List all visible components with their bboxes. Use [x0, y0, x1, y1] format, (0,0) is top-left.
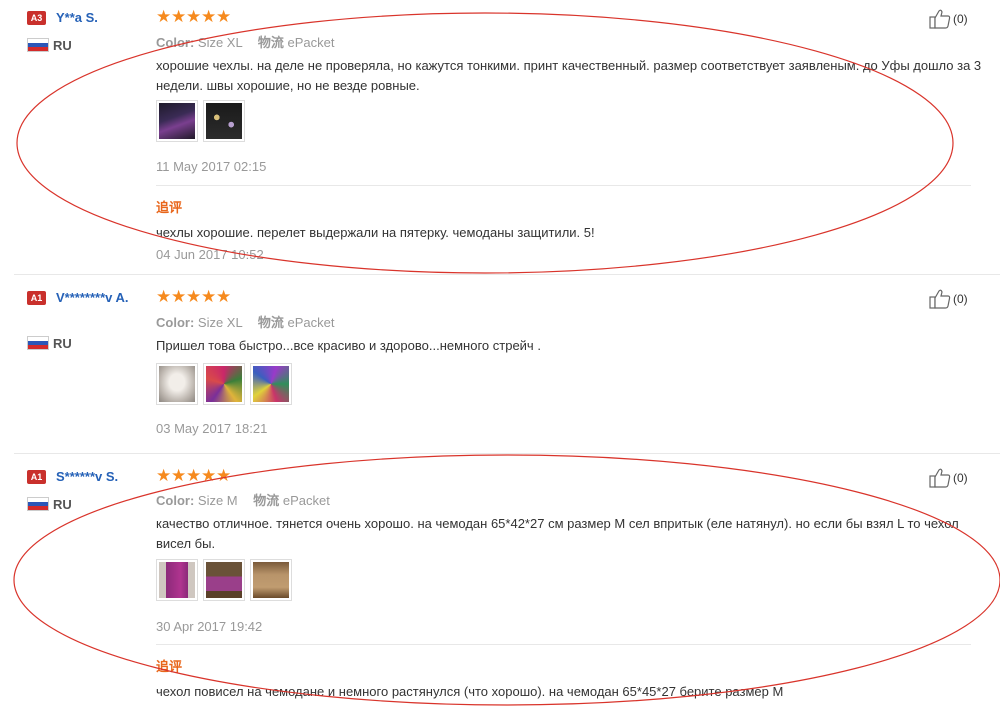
shipping-label: 物流 — [257, 315, 284, 330]
star-icon: ★ — [156, 287, 172, 306]
star-rating: ★ ★ ★ ★ ★ — [156, 466, 232, 485]
review-photos — [156, 100, 245, 142]
thumbs-up-icon — [929, 468, 951, 488]
shipping-value: ePacket — [287, 315, 335, 330]
helpful-count: (0) — [953, 471, 968, 485]
helpful-count: (0) — [953, 292, 968, 306]
order-info: Color: Size XL 物流 ePacket — [156, 312, 334, 331]
followup-label: 追评 — [156, 200, 183, 215]
review-photo-thumbnail[interactable] — [203, 559, 245, 601]
shipping-value: ePacket — [282, 493, 330, 508]
star-icon: ★ — [156, 466, 172, 485]
star-icon: ★ — [186, 466, 202, 485]
order-info: Color: Size XL 物流 ePacket — [156, 32, 334, 51]
color-label: Color: — [156, 315, 195, 330]
review-photo-thumbnail[interactable] — [250, 363, 292, 405]
review-text: Пришел това быстро...все красиво и здоро… — [156, 338, 541, 353]
followup-date: 04 Jun 2017 10:52 — [156, 247, 264, 262]
reviewer-country: RU — [53, 497, 72, 512]
star-icon: ★ — [171, 466, 187, 485]
color-label: Color: — [156, 493, 195, 508]
russia-flag-icon — [27, 336, 49, 350]
reviewer-country: RU — [53, 336, 72, 351]
shipping-label: 物流 — [253, 493, 280, 508]
followup-label: 追评 — [156, 659, 183, 674]
star-icon: ★ — [201, 7, 217, 26]
star-icon: ★ — [216, 466, 232, 485]
followup-text: чехлы хорошие. перелет выдержали на пяте… — [156, 225, 595, 240]
shipping-value: ePacket — [287, 35, 335, 50]
color-value: Size XL — [197, 315, 243, 330]
russia-flag-icon — [27, 38, 49, 52]
review-photos — [156, 363, 292, 405]
divider — [14, 274, 1000, 275]
review-photo-thumbnail[interactable] — [156, 100, 198, 142]
divider — [14, 453, 1000, 454]
review-photo-thumbnail[interactable] — [203, 363, 245, 405]
star-rating: ★ ★ ★ ★ ★ — [156, 7, 232, 26]
reviewer-country: RU — [53, 38, 72, 53]
review-photo-thumbnail[interactable] — [203, 100, 245, 142]
star-icon: ★ — [216, 287, 232, 306]
star-icon: ★ — [156, 7, 172, 26]
buyer-level-badge: A3 — [27, 11, 46, 25]
thumbs-up-icon — [929, 9, 951, 29]
star-icon: ★ — [186, 287, 202, 306]
reviewer-name[interactable]: V********v A. — [27, 289, 147, 307]
reviewer-name[interactable]: S******v S. — [56, 468, 146, 486]
order-info: Color: Size M 物流 ePacket — [156, 490, 330, 509]
review-date: 30 Apr 2017 19:42 — [156, 619, 263, 634]
thumbs-up-icon — [929, 289, 951, 309]
star-icon: ★ — [186, 7, 202, 26]
review-photo-thumbnail[interactable] — [156, 559, 198, 601]
star-icon: ★ — [171, 7, 187, 26]
star-icon: ★ — [201, 466, 217, 485]
review-photos — [156, 559, 292, 601]
reviewer-name[interactable]: Y**a S. — [56, 9, 146, 27]
star-rating: ★ ★ ★ ★ ★ — [156, 287, 232, 306]
review-text: хорошие чехлы. на деле не проверяла, но … — [156, 58, 982, 93]
color-value: Size M — [197, 493, 238, 508]
divider — [156, 644, 971, 645]
helpful-button[interactable]: (0) — [929, 468, 968, 488]
review-photo-thumbnail[interactable] — [250, 559, 292, 601]
review-date: 11 May 2017 02:15 — [156, 159, 267, 174]
star-icon: ★ — [216, 7, 232, 26]
color-label: Color: — [156, 35, 195, 50]
russia-flag-icon — [27, 497, 49, 511]
review-text: качество отличное. тянется очень хорошо.… — [156, 516, 959, 551]
buyer-level-badge: A1 — [27, 470, 46, 484]
helpful-button[interactable]: (0) — [929, 9, 968, 29]
followup-text: чехол повисел на чемодане и немного раст… — [156, 684, 784, 699]
star-icon: ★ — [201, 287, 217, 306]
helpful-count: (0) — [953, 12, 968, 26]
star-icon: ★ — [171, 287, 187, 306]
divider — [156, 185, 971, 186]
shipping-label: 物流 — [257, 35, 284, 50]
color-value: Size XL — [197, 35, 243, 50]
helpful-button[interactable]: (0) — [929, 289, 968, 309]
review-photo-thumbnail[interactable] — [156, 363, 198, 405]
review-date: 03 May 2017 18:21 — [156, 421, 268, 436]
